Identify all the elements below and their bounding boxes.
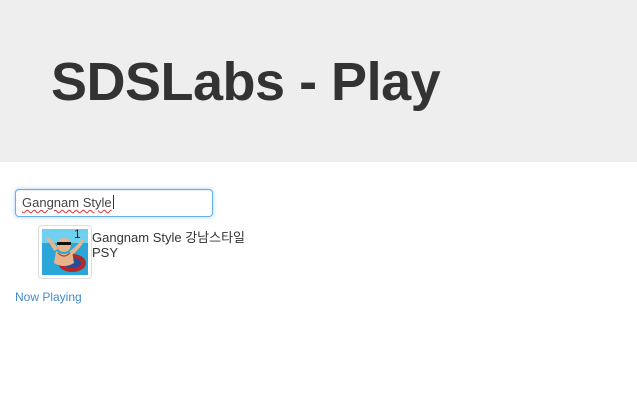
- page-title: SDSLabs - Play: [51, 52, 441, 112]
- search-input-value: Gangnam Style: [22, 195, 112, 210]
- page-header: SDSLabs - Play: [0, 0, 637, 162]
- text-caret: [112, 195, 114, 209]
- album-art-icon: [42, 229, 88, 275]
- track-title: Gangnam Style 강남스타일: [92, 230, 246, 245]
- search-input[interactable]: Gangnam Style: [15, 189, 213, 217]
- track-artist: PSY: [92, 245, 119, 260]
- now-playing-link[interactable]: Now Playing: [15, 290, 82, 304]
- track-number: 1: [74, 227, 81, 241]
- album-art-thumbnail[interactable]: [38, 225, 92, 279]
- search-result-item[interactable]: 1 Gangnam Style 강남스타일 PSY: [38, 225, 298, 281]
